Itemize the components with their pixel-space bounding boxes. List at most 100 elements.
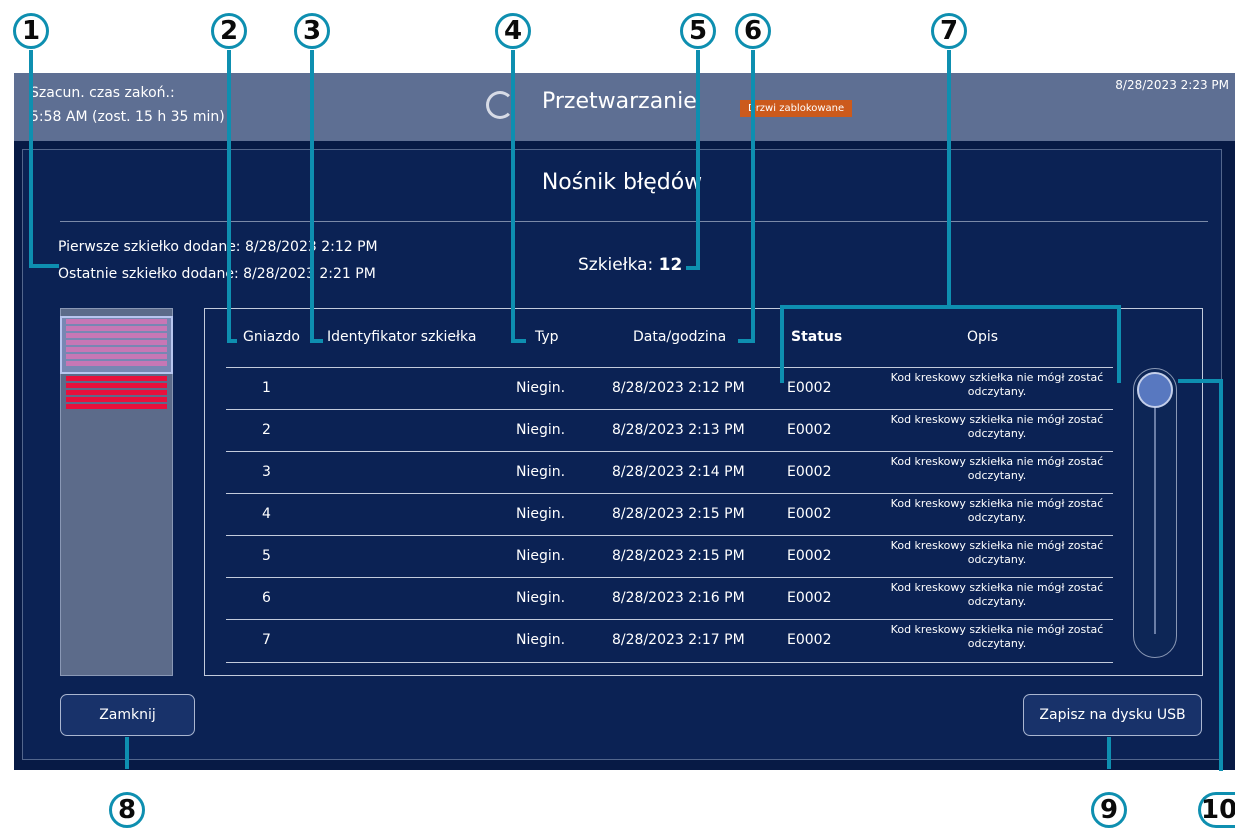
callout-2-line xyxy=(227,339,237,343)
table-row[interactable]: 5 Niegin. 8/28/2023 2:15 PM E0002 Kod kr… xyxy=(226,535,1113,578)
callout-8-line xyxy=(125,737,129,769)
callout-5-line xyxy=(696,50,700,270)
description-cell: Kod kreskowy szkiełka nie mógł zostać od… xyxy=(890,455,1104,482)
eta-value: 5:58 AM (zost. 15 h 35 min) xyxy=(30,109,225,125)
type-cell: Niegin. xyxy=(516,422,566,438)
description-cell: Kod kreskowy szkiełka nie mógł zostać od… xyxy=(890,623,1104,650)
type-cell: Niegin. xyxy=(516,464,566,480)
datetime-cell: 8/28/2023 2:15 PM xyxy=(612,506,745,522)
status-cell: E0002 xyxy=(787,464,832,480)
callout-3-line xyxy=(310,50,314,343)
status-bar: Szacun. czas zakoń.: 5:58 AM (zost. 15 h… xyxy=(14,73,1235,141)
slot-cell: 2 xyxy=(262,422,271,438)
description-cell: Kod kreskowy szkiełka nie mógł zostać od… xyxy=(890,539,1104,566)
slides-count-label: Szkiełka: xyxy=(578,255,654,275)
status-cell: E0002 xyxy=(787,422,832,438)
callout-7: 7 xyxy=(931,13,967,49)
datetime-cell: 8/28/2023 2:16 PM xyxy=(612,590,745,606)
type-cell: Niegin. xyxy=(516,380,566,396)
description-cell: Kod kreskowy szkiełka nie mógł zostać od… xyxy=(890,497,1104,524)
slot-cell: 6 xyxy=(262,590,271,606)
spinner-icon xyxy=(486,91,514,119)
callout-4-line xyxy=(511,339,526,343)
error-rack-dialog: Nośnik błędów Pierwsze szkiełko dodane: … xyxy=(22,149,1222,760)
callout-3-line xyxy=(310,339,323,343)
table-row[interactable]: 3 Niegin. 8/28/2023 2:14 PM E0002 Kod kr… xyxy=(226,451,1113,494)
callout-4-line xyxy=(511,50,515,343)
table-row[interactable]: 4 Niegin. 8/28/2023 2:15 PM E0002 Kod kr… xyxy=(226,493,1113,536)
column-header-description: Opis xyxy=(967,329,999,345)
column-header-slot: Gniazdo xyxy=(243,329,300,345)
rack-overview[interactable] xyxy=(60,308,173,676)
callout-1-line xyxy=(29,264,59,268)
first-slide-label: Pierwsze szkiełko dodane: xyxy=(58,239,241,255)
callout-9-line xyxy=(1107,737,1111,769)
datetime-cell: 8/28/2023 2:14 PM xyxy=(612,464,745,480)
callout-7-line xyxy=(780,305,1121,309)
datetime-cell: 8/28/2023 2:17 PM xyxy=(612,632,745,648)
slot-cell: 5 xyxy=(262,548,271,564)
last-slide-added: Ostatnie szkiełko dodane: 8/28/2023 2:21… xyxy=(58,266,376,282)
rack-slot-8 xyxy=(66,376,167,381)
callout-5-line xyxy=(686,266,700,270)
status-cell: E0002 xyxy=(787,380,832,396)
callout-10-line xyxy=(1178,379,1223,383)
description-cell: Kod kreskowy szkiełka nie mógł zostać od… xyxy=(890,581,1104,608)
application-screen: Szacun. czas zakoń.: 5:58 AM (zost. 15 h… xyxy=(14,73,1235,770)
description-cell: Kod kreskowy szkiełka nie mógł zostać od… xyxy=(890,413,1104,440)
slot-cell: 3 xyxy=(262,464,271,480)
save-to-usb-button[interactable]: Zapisz na dysku USB xyxy=(1023,694,1202,736)
datetime-cell: 8/28/2023 2:12 PM xyxy=(612,380,745,396)
datetime-cell: 8/28/2023 2:13 PM xyxy=(612,422,745,438)
callout-6-line xyxy=(738,339,755,343)
callout-9: 9 xyxy=(1091,792,1127,828)
callout-10-line xyxy=(1219,379,1223,771)
callout-3: 3 xyxy=(294,13,330,49)
table-scrollbar[interactable] xyxy=(1133,368,1177,658)
scrollbar-rail xyxy=(1154,399,1156,634)
description-cell: Kod kreskowy szkiełka nie mógł zostać od… xyxy=(890,371,1104,398)
close-button[interactable]: Zamknij xyxy=(60,694,195,736)
column-header-status: Status xyxy=(791,329,843,345)
error-table: Gniazdo Identyfikator szkiełka Typ Data/… xyxy=(204,308,1203,676)
table-row[interactable]: 6 Niegin. 8/28/2023 2:16 PM E0002 Kod kr… xyxy=(226,577,1113,620)
status-cell: E0002 xyxy=(787,590,832,606)
processing-status: Przetwarzanie xyxy=(542,89,697,114)
table-row[interactable]: 2 Niegin. 8/28/2023 2:13 PM E0002 Kod kr… xyxy=(226,409,1113,452)
last-slide-label: Ostatnie szkiełko dodane: xyxy=(58,266,239,282)
first-slide-added: Pierwsze szkiełko dodane: 8/28/2023 2:12… xyxy=(58,239,378,255)
current-datetime: 8/28/2023 2:23 PM xyxy=(1115,78,1229,92)
eta-label: Szacun. czas zakoń.: xyxy=(30,85,175,101)
callout-8: 8 xyxy=(109,792,145,828)
status-cell: E0002 xyxy=(787,506,832,522)
type-cell: Niegin. xyxy=(516,590,566,606)
callout-7-line xyxy=(780,305,784,383)
status-cell: E0002 xyxy=(787,548,832,564)
title-divider xyxy=(60,221,1208,222)
callout-10: 10 xyxy=(1198,792,1235,828)
callout-2: 2 xyxy=(211,13,247,49)
type-cell: Niegin. xyxy=(516,506,566,522)
rack-slot-10 xyxy=(66,390,167,395)
callout-7-line xyxy=(1117,305,1121,383)
callout-6: 6 xyxy=(735,13,771,49)
scrollbar-thumb[interactable] xyxy=(1137,372,1173,408)
type-cell: Niegin. xyxy=(516,548,566,564)
slides-count-value: 12 xyxy=(658,255,683,275)
slot-cell: 7 xyxy=(262,632,271,648)
slides-count: Szkiełka: 12 xyxy=(578,255,682,275)
callout-1-line xyxy=(29,50,33,267)
dialog-title: Nośnik błędów xyxy=(541,170,703,195)
rack-slot-9 xyxy=(66,383,167,388)
callout-7-line xyxy=(947,50,951,309)
callout-6-line xyxy=(751,50,755,343)
datetime-cell: 8/28/2023 2:15 PM xyxy=(612,548,745,564)
column-header-slide-id: Identyfikator szkiełka xyxy=(327,329,477,345)
visible-range-indicator[interactable] xyxy=(60,316,173,374)
callout-1: 1 xyxy=(13,13,49,49)
table-row[interactable]: 7 Niegin. 8/28/2023 2:17 PM E0002 Kod kr… xyxy=(226,619,1113,663)
callout-2-line xyxy=(227,50,231,343)
callout-4: 4 xyxy=(495,13,531,49)
table-row[interactable]: 1 Niegin. 8/28/2023 2:12 PM E0002 Kod kr… xyxy=(226,367,1113,410)
callout-5: 5 xyxy=(680,13,716,49)
